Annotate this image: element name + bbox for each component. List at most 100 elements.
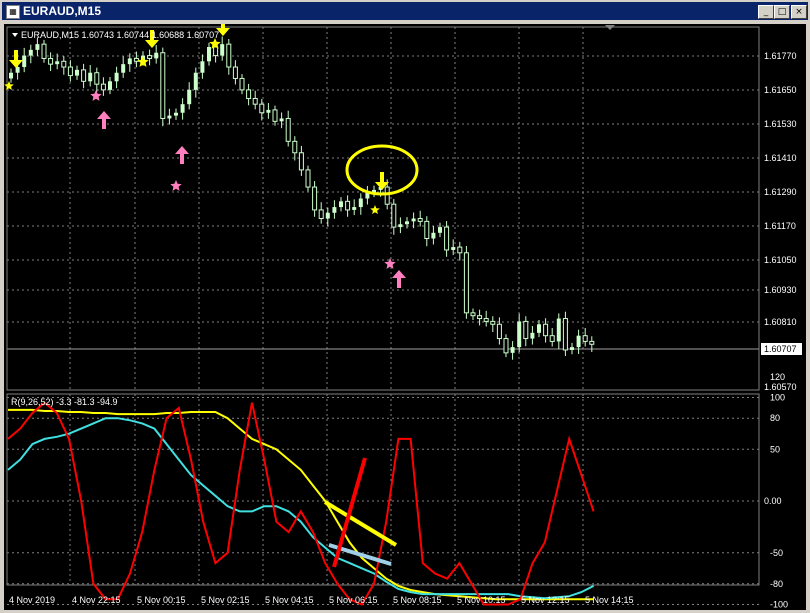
- time-label: 5 Nov 04:15: [265, 595, 314, 605]
- candle-body-bull: [405, 221, 409, 225]
- price-label: 1.61290: [764, 187, 797, 197]
- candle-body-bear: [213, 46, 219, 57]
- maximize-button[interactable]: □: [774, 5, 790, 19]
- candle-body-bull: [121, 64, 126, 73]
- price-label: 1.61650: [764, 85, 797, 95]
- time-label: 5 Nov 14:15: [585, 595, 634, 605]
- chart-window-icon: ▦: [6, 5, 20, 19]
- oscillator-header: R(9,26,52) -3.3 -81.3 -94.9: [11, 397, 118, 407]
- chart-grid: [7, 27, 759, 605]
- candle-body-bull: [88, 72, 93, 82]
- candle-body-bull: [127, 58, 132, 65]
- candle-body-bear: [417, 218, 423, 222]
- candle-body-bull: [28, 49, 33, 56]
- candle-body-bull: [75, 69, 79, 76]
- price-label: 1.61410: [764, 153, 797, 163]
- candle-body-bull: [510, 347, 515, 353]
- candle-body-bull: [537, 324, 541, 333]
- time-label: 5 Nov 12:15: [521, 595, 570, 605]
- chart-canvas[interactable]: 1.61770 1.61650 1.61530 1.61410 1.61290 1.611…: [4, 24, 806, 610]
- level-label: -80: [770, 579, 783, 589]
- candle-body-bear: [239, 77, 245, 91]
- main-panel-frame: [6, 26, 760, 391]
- candle-body-bear: [384, 186, 390, 205]
- candle-body-bear: [582, 335, 588, 342]
- candle-body-bear: [543, 323, 549, 337]
- candle-body-bull: [207, 47, 211, 62]
- time-label: 4 Nov 22:15: [72, 595, 121, 605]
- candle-body-bear: [94, 72, 100, 85]
- candle-body-bull: [108, 81, 112, 90]
- oscillator-lines: [7, 401, 595, 606]
- candle-body-bull: [451, 247, 456, 250]
- main-header: EURAUD,M15 1.60743 1.60744 1.60688 1.607…: [21, 30, 219, 40]
- time-label: 5 Nov 08:15: [393, 595, 442, 605]
- close-button[interactable]: ×: [791, 5, 807, 19]
- window-title: EURAUD,M15: [23, 4, 102, 18]
- axis-labels: 1.61770 1.61650 1.61530 1.61410 1.61290 1.611…: [9, 51, 797, 610]
- terminal-window: ▦ EURAUD,M15 _ □ × 1.61770 1.61650 1.61530…: [0, 0, 810, 613]
- price-label: 1.60810: [764, 317, 797, 327]
- time-label: 5 Nov 10:15: [457, 595, 506, 605]
- candle-body-bear: [259, 103, 265, 114]
- candle-body-bear: [100, 83, 106, 91]
- candle-body-bear: [312, 186, 318, 211]
- minimize-button[interactable]: _: [758, 5, 774, 19]
- candle-body-bull: [279, 118, 284, 122]
- price-label: 1.61170: [764, 221, 796, 231]
- candle-body-bull: [576, 335, 581, 348]
- candle-body-bull: [438, 227, 442, 233]
- candle-body-bull: [9, 72, 13, 79]
- candle-body-bear: [285, 117, 291, 142]
- candle-body-bull: [35, 44, 40, 50]
- level-label: 50: [770, 444, 780, 454]
- candle-body-bear: [562, 318, 568, 351]
- candle-body-bull: [332, 207, 337, 213]
- level-label: -50: [770, 548, 783, 558]
- price-label: 1.61530: [764, 119, 797, 129]
- candle-body-bull: [556, 318, 561, 342]
- candle-body-bull: [570, 347, 574, 350]
- candle-body-bear: [496, 323, 502, 340]
- candle-body-bear: [457, 246, 463, 254]
- current-price: 1.60707: [764, 344, 797, 354]
- level-label: 120: [770, 372, 785, 382]
- candle-body-bear: [226, 43, 232, 68]
- collapse-triangle-icon[interactable]: [12, 33, 18, 37]
- candle-body-bear: [589, 340, 595, 345]
- candle-body-bull: [15, 67, 20, 73]
- time-label: 5 Nov 06:15: [329, 595, 378, 605]
- time-label: 5 Nov 02:15: [201, 595, 250, 605]
- candle-body-bear: [305, 169, 311, 188]
- candle-body-bear: [470, 312, 476, 317]
- candlesticks: [9, 36, 595, 360]
- candle-body-bull: [358, 198, 363, 208]
- level-label: -100: [770, 600, 788, 610]
- candle-body-bull: [517, 321, 522, 348]
- candle-body-bear: [424, 220, 430, 240]
- candle-body-bear: [298, 152, 304, 171]
- candle-body-bull: [180, 104, 185, 113]
- buy-star-icon: [90, 90, 102, 101]
- candle-body-bear: [477, 315, 483, 320]
- chart-area[interactable]: 1.61770 1.61650 1.61530 1.61410 1.61290 1.611…: [4, 24, 806, 610]
- price-label: 1.60930: [764, 285, 797, 295]
- candle-body-bear: [549, 335, 555, 342]
- oscillator-panel-frame: [6, 393, 760, 586]
- candle-body-bear: [246, 89, 252, 99]
- candle-body-bear: [292, 140, 298, 154]
- candle-body-bear: [67, 66, 73, 77]
- candle-body-bull: [154, 52, 159, 59]
- candle-body-bear: [490, 320, 496, 325]
- buy-star-icon: [170, 180, 182, 191]
- candle-body-bear: [41, 43, 47, 59]
- candle-body-bull: [55, 61, 60, 65]
- candle-body-bear: [463, 252, 469, 314]
- level-label: 80: [770, 413, 780, 423]
- buy-arrow-icon: [97, 111, 111, 129]
- time-label: 4 Nov 2019: [9, 595, 55, 605]
- title-bar[interactable]: ▦ EURAUD,M15 _ □ ×: [2, 2, 808, 20]
- candle-body-bear: [232, 66, 238, 79]
- buy-arrow-icon: [392, 270, 406, 288]
- candle-body-bear: [444, 226, 450, 251]
